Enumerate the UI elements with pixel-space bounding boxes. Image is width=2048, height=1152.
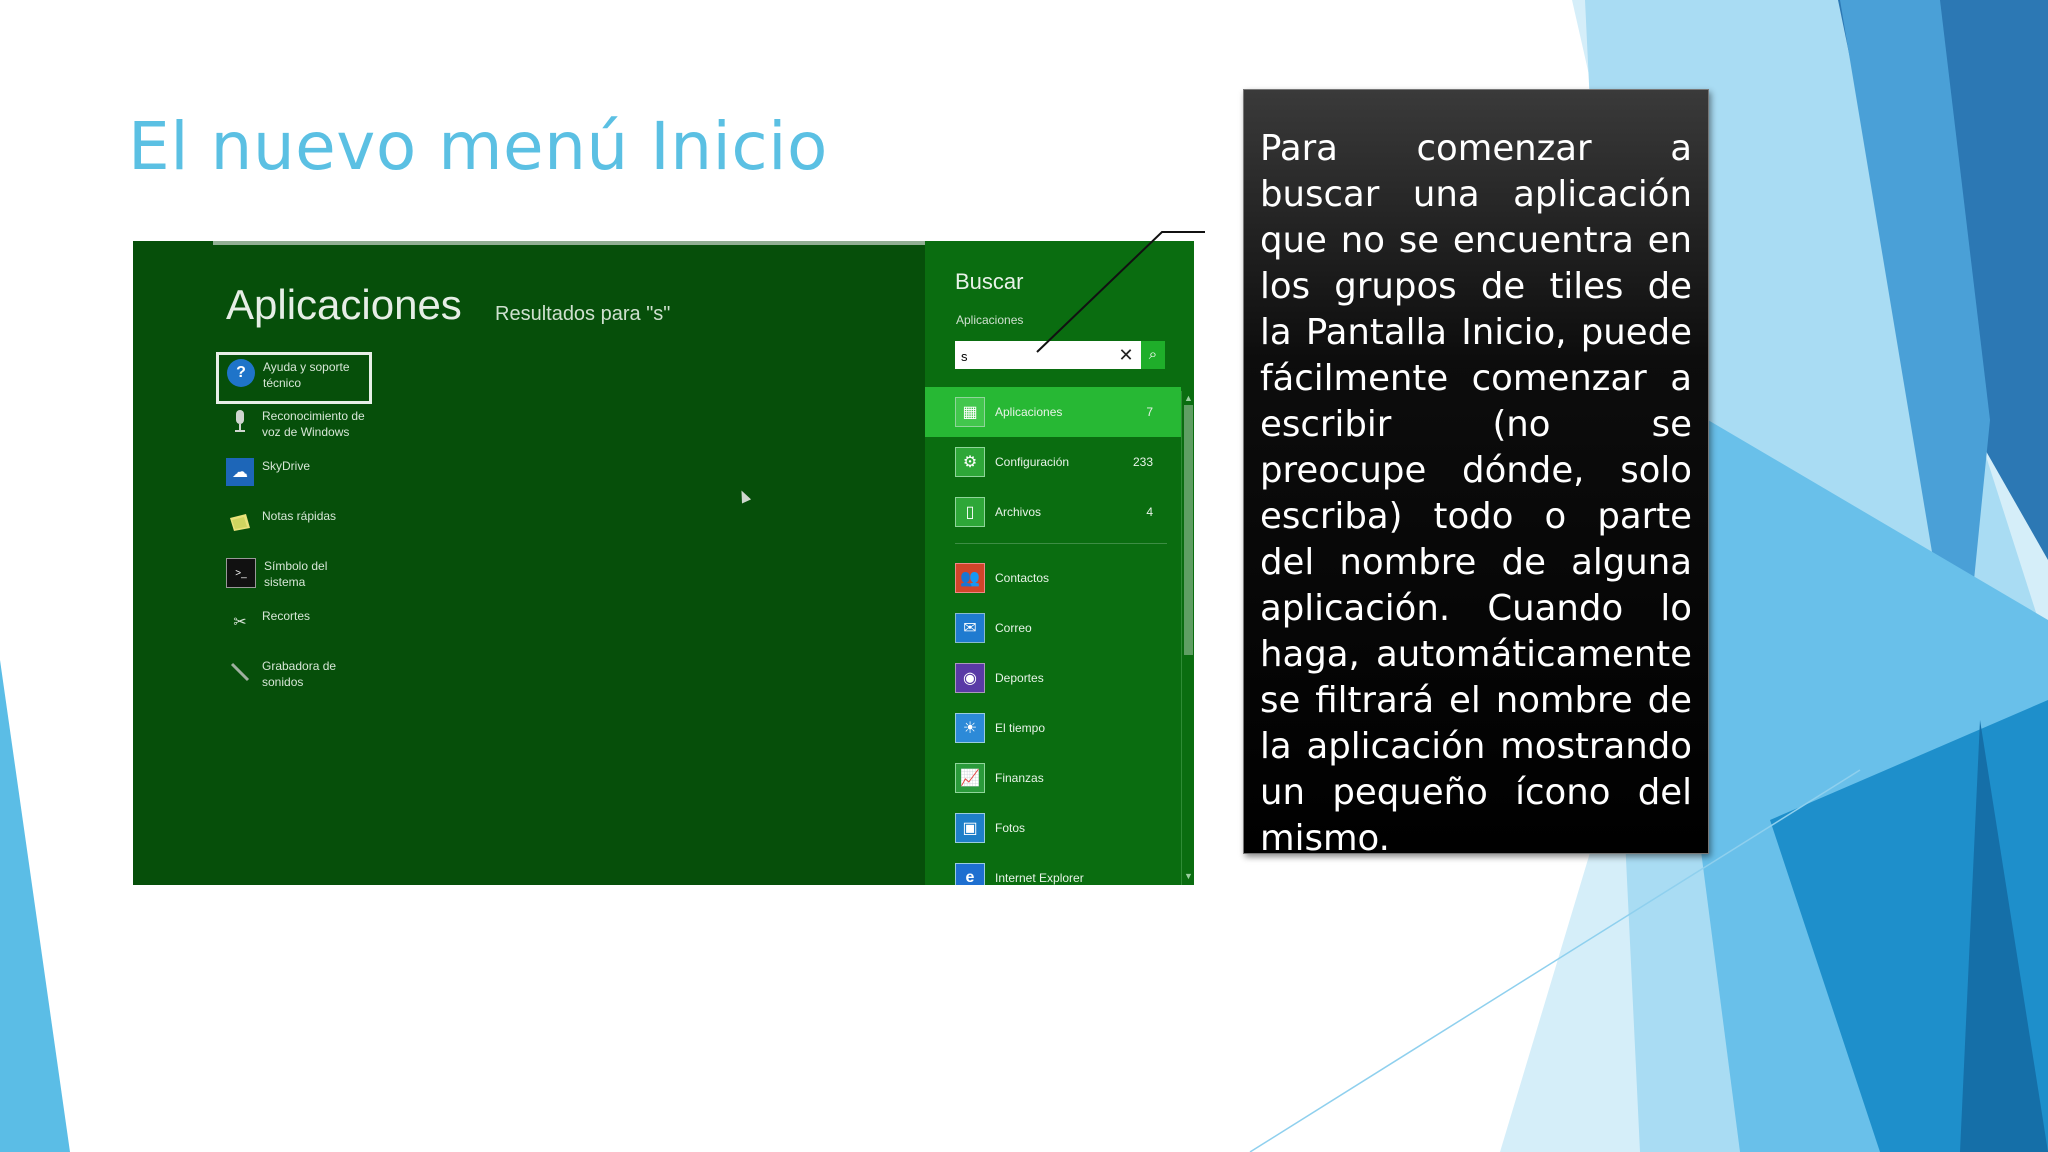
finance-icon: 📈 [955, 763, 985, 793]
sticky-note-icon [226, 508, 254, 536]
app-label: Ayuda y soporte técnico [263, 360, 350, 390]
scope-label: Internet Explorer [995, 871, 1084, 885]
scope-item-apps[interactable]: ▦ Aplicaciones 7 [925, 387, 1181, 437]
scope-count: 233 [1132, 455, 1153, 469]
app-label: Reconocimiento de voz de Windows [262, 409, 365, 439]
scroll-down-icon[interactable]: ▼ [1184, 871, 1193, 881]
search-input[interactable] [959, 344, 1113, 368]
app-item-help[interactable]: ? Ayuda y soporte técnico [216, 352, 372, 404]
mouse-cursor-icon [736, 488, 752, 504]
scope-label: Fotos [995, 821, 1026, 835]
apps-heading: Aplicaciones [226, 281, 462, 328]
app-label: Grabadora de sonidos [262, 659, 337, 689]
file-icon: ▯ [955, 497, 985, 527]
clear-search-button[interactable]: ✕ [1115, 344, 1137, 366]
search-title: Buscar [955, 269, 1024, 294]
scope-count: 7 [1146, 405, 1153, 419]
scope-divider [955, 543, 1167, 544]
scroll-thumb[interactable] [1184, 405, 1193, 655]
scope-label: Archivos [995, 505, 1042, 519]
windows-search-screenshot: Aplicaciones Resultados para "s" ? Ayuda… [133, 241, 1194, 885]
app-item-recorder[interactable]: Grabadora de sonidos [218, 654, 368, 702]
search-go-button[interactable]: ⌕ [1141, 341, 1165, 369]
caption-text: Para comenzar a buscar una aplicación qu… [1260, 128, 1692, 859]
cloud-icon: ☁ [226, 458, 254, 486]
settings-icon: ⚙ [955, 447, 985, 477]
weather-icon: ☀ [955, 713, 985, 743]
scope-item-ie[interactable]: e Internet Explorer [925, 853, 1181, 885]
app-item-skydrive[interactable]: ☁ SkyDrive [218, 454, 368, 502]
apps-results-panel: Aplicaciones Resultados para "s" ? Ayuda… [133, 241, 1113, 885]
app-label: SkyDrive [262, 459, 311, 473]
search-pane: Buscar Aplicaciones ✕ ⌕ ▦ Aplicaciones 7… [925, 241, 1194, 885]
scope-label: Configuración [995, 455, 1070, 469]
scope-item-finance[interactable]: 📈 Finanzas [925, 753, 1181, 803]
caption-box: Para comenzar a buscar una aplicación qu… [1243, 89, 1709, 859]
sports-icon: ◉ [955, 663, 985, 693]
app-label: Símbolo del sistema [264, 559, 328, 589]
scope-item-people[interactable]: 👥 Contactos [925, 553, 1181, 603]
search-scope-list: ▦ Aplicaciones 7 ⚙ Configuración 233 ▯ A… [925, 387, 1181, 885]
recorder-icon [226, 658, 254, 686]
apps-icon: ▦ [955, 397, 985, 427]
scope-label: Aplicaciones [995, 405, 1063, 419]
scope-item-photos[interactable]: ▣ Fotos [925, 803, 1181, 853]
scrollbar[interactable]: ▲ ▼ [1181, 391, 1194, 885]
search-box: ✕ ⌕ [955, 341, 1165, 369]
results-label: Resultados para "s" [495, 303, 671, 325]
scope-label: Deportes [995, 671, 1044, 685]
terminal-icon: >_ [226, 558, 256, 588]
scope-label: Finanzas [995, 771, 1044, 785]
app-item-snipping[interactable]: ✂ Recortes [218, 604, 368, 652]
scroll-up-icon[interactable]: ▲ [1184, 393, 1193, 403]
app-label: Recortes [262, 609, 311, 623]
help-icon: ? [227, 359, 255, 387]
app-item-voice[interactable]: Reconocimiento de voz de Windows [218, 404, 368, 452]
scope-item-settings[interactable]: ⚙ Configuración 233 [925, 437, 1181, 487]
search-scope-label: Aplicaciones [956, 313, 1024, 327]
app-item-cmd[interactable]: >_ Símbolo del sistema [218, 554, 368, 602]
scope-item-files[interactable]: ▯ Archivos 4 [925, 487, 1181, 537]
scissors-icon: ✂ [233, 614, 247, 631]
scope-label: Correo [995, 621, 1032, 635]
scope-label: El tiempo [995, 721, 1046, 735]
photos-icon: ▣ [955, 813, 985, 843]
scope-item-weather[interactable]: ☀ El tiempo [925, 703, 1181, 753]
scope-count: 4 [1146, 505, 1153, 519]
slide-title: El nuevo menú Inicio [128, 108, 828, 185]
people-icon: 👥 [955, 563, 985, 593]
scope-label: Contactos [995, 571, 1050, 585]
scope-item-mail[interactable]: ✉ Correo [925, 603, 1181, 653]
ie-icon: e [955, 863, 985, 885]
scope-item-sports[interactable]: ◉ Deportes [925, 653, 1181, 703]
app-label: Notas rápidas [262, 509, 337, 523]
microphone-icon [226, 408, 254, 436]
mail-icon: ✉ [955, 613, 985, 643]
app-item-notes[interactable]: Notas rápidas [218, 504, 368, 552]
